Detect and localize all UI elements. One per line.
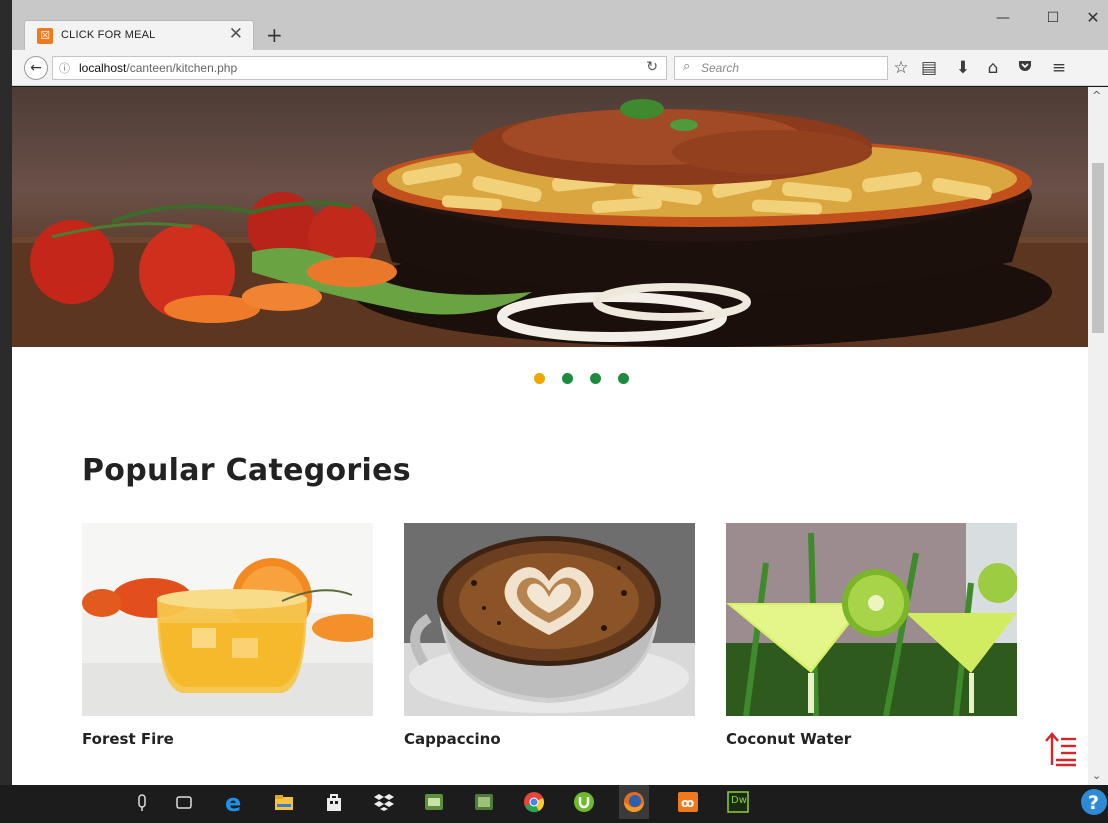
url-path: /canteen/kitchen.php (126, 61, 238, 75)
category-card[interactable]: Cappaccino (404, 523, 695, 748)
new-tab-button[interactable]: + (266, 23, 283, 47)
category-card[interactable]: Coconut Water (726, 523, 1017, 748)
cappaccino-image[interactable] (404, 523, 695, 716)
title-bar: ☒ CLICK FOR MEAL ✕ + — ☐ ✕ (12, 0, 1108, 50)
carousel-dot-3[interactable] (590, 373, 601, 384)
desktop-edge (0, 0, 12, 819)
carousel-dots (534, 373, 634, 387)
carousel-dot-4[interactable] (618, 373, 629, 384)
chrome-icon[interactable] (522, 790, 546, 814)
vertical-scrollbar[interactable]: ^ ⌄ (1088, 87, 1108, 785)
coconut-water-image[interactable] (726, 523, 1017, 716)
edge-icon[interactable]: e (222, 789, 246, 817)
star-icon[interactable]: ☆ (890, 58, 912, 78)
address-bar[interactable]: ⓘ localhost/canteen/kitchen.php ↻ (52, 56, 667, 80)
svg-text:e: e (225, 790, 241, 814)
info-icon[interactable]: ⓘ (59, 60, 70, 76)
category-label[interactable]: Coconut Water (726, 730, 1017, 748)
category-label[interactable]: Forest Fire (82, 730, 373, 748)
tab-title: CLICK FOR MEAL (61, 29, 156, 41)
windows-taskbar: e ꝏ Dw ? (0, 785, 1108, 819)
category-card[interactable]: Forest Fire (82, 523, 373, 748)
dreamweaver-icon[interactable]: Dw (726, 790, 750, 814)
xampp-favicon-icon: ☒ (37, 28, 53, 44)
minimize-button[interactable]: — (988, 10, 1018, 26)
utorrent-icon[interactable] (572, 790, 596, 814)
reading-list-icon[interactable]: ▤ (918, 58, 940, 78)
browser-tab[interactable]: ☒ CLICK FOR MEAL ✕ (24, 20, 254, 50)
scroll-up-icon[interactable]: ^ (1092, 89, 1101, 102)
url-text: localhost/canteen/kitchen.php (79, 61, 237, 75)
tab-close-icon[interactable]: ✕ (229, 24, 243, 44)
app-icon-2[interactable] (472, 790, 496, 814)
back-arrow-icon[interactable]: ← (24, 56, 48, 80)
pocket-icon[interactable] (1014, 58, 1036, 79)
reload-icon[interactable]: ↻ (646, 59, 658, 75)
close-window-button[interactable]: ✕ (1078, 8, 1108, 27)
section-title: Popular Categories (82, 453, 411, 488)
store-icon[interactable] (322, 790, 346, 814)
svg-text:ꝏ: ꝏ (681, 796, 694, 810)
home-icon[interactable]: ⌂ (982, 58, 1004, 78)
search-input[interactable]: ⌕ Search (674, 56, 888, 80)
category-label[interactable]: Cappaccino (404, 730, 695, 748)
help-icon[interactable]: ? (1080, 788, 1108, 816)
microphone-icon[interactable] (130, 790, 154, 814)
hero-banner-image (12, 87, 1088, 347)
scroll-down-icon[interactable]: ⌄ (1092, 769, 1101, 782)
list-menu-icon[interactable] (1044, 731, 1078, 771)
navigation-bar: ← ⓘ localhost/canteen/kitchen.php ↻ ⌕ Se… (12, 50, 1108, 86)
forest-fire-image[interactable] (82, 523, 373, 716)
download-icon[interactable]: ⬇ (952, 58, 974, 78)
scroll-thumb[interactable] (1092, 163, 1104, 333)
xampp-icon[interactable]: ꝏ (676, 790, 700, 814)
svg-text:?: ? (1088, 792, 1099, 814)
firefox-taskbar-item[interactable] (619, 785, 649, 819)
carousel-dot-1[interactable] (534, 373, 545, 384)
menu-icon[interactable]: ≡ (1048, 58, 1070, 78)
browser-window: ☒ CLICK FOR MEAL ✕ + — ☐ ✕ ← ⓘ localhost… (0, 0, 1108, 819)
task-view-icon[interactable] (172, 790, 196, 814)
page-content: Popular Categories Forest Fire Cappaccin… (12, 87, 1088, 785)
app-icon[interactable] (422, 790, 446, 814)
file-explorer-icon[interactable] (272, 790, 296, 814)
url-host: localhost (79, 61, 127, 75)
search-icon: ⌕ (683, 59, 691, 74)
dropbox-icon[interactable] (372, 790, 396, 814)
carousel-dot-2[interactable] (562, 373, 573, 384)
dreamweaver-label: Dw (731, 795, 747, 806)
search-placeholder: Search (701, 61, 740, 75)
maximize-button[interactable]: ☐ (1038, 10, 1068, 26)
